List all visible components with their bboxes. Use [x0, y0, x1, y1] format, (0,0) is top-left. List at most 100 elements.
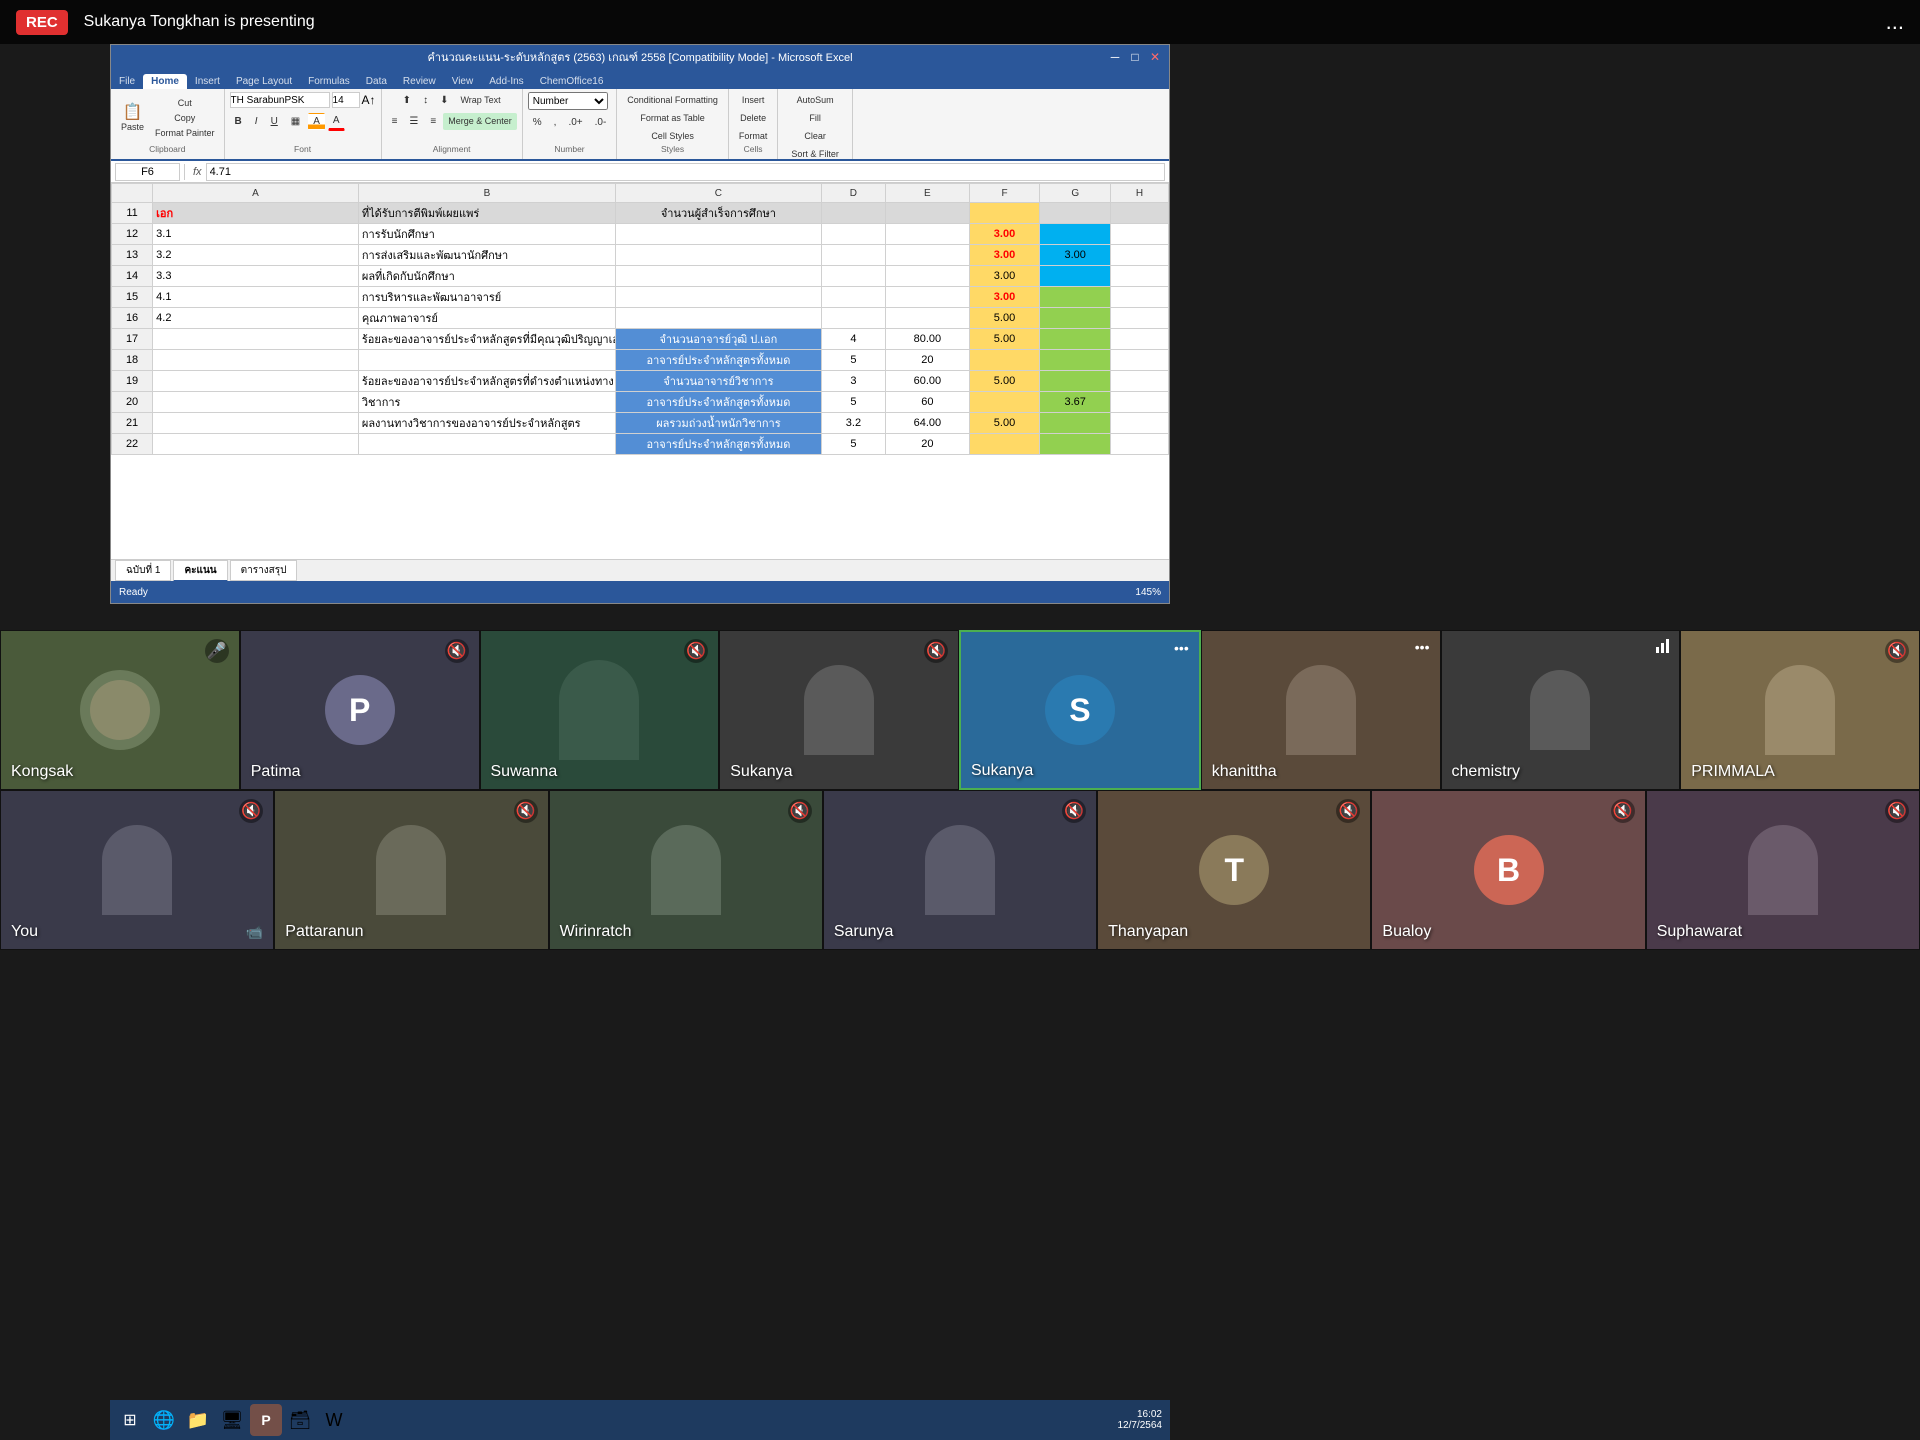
cell-E16[interactable]	[886, 308, 970, 329]
cell-F14[interactable]: 3.00	[969, 266, 1040, 287]
cell-F20[interactable]	[969, 392, 1040, 413]
font-size-input[interactable]	[332, 92, 360, 108]
delete-button[interactable]: Delete	[735, 110, 771, 126]
sort-filter-button[interactable]: Sort & Filter	[786, 146, 844, 161]
cell-A15[interactable]: 4.1	[153, 287, 359, 308]
cell-D22[interactable]: 5	[821, 434, 885, 455]
cell-C17[interactable]: จำนวนอาจารย์วุฒิ ป.เอก	[616, 329, 822, 350]
cell-G19[interactable]	[1040, 371, 1111, 392]
more-options-khanittha[interactable]: •••	[1415, 639, 1430, 655]
cell-A16[interactable]: 4.2	[153, 308, 359, 329]
word-button[interactable]: W	[318, 1404, 350, 1436]
cell-H18[interactable]	[1111, 350, 1169, 371]
cell-G22[interactable]	[1040, 434, 1111, 455]
cell-D16[interactable]	[821, 308, 885, 329]
formula-input[interactable]	[206, 163, 1165, 181]
minimize-button[interactable]: ─	[1105, 47, 1125, 67]
font-name-input[interactable]	[230, 92, 330, 108]
cell-E20[interactable]: 60	[886, 392, 970, 413]
screen-button[interactable]: 🖥	[216, 1404, 248, 1436]
cell-D21[interactable]: 3.2	[821, 413, 885, 434]
cell-B12[interactable]: การรับนักศึกษา	[358, 224, 615, 245]
cell-G13[interactable]: 3.00	[1040, 245, 1111, 266]
format-as-table-button[interactable]: Format as Table	[635, 110, 709, 126]
increase-font-button[interactable]: A↑	[362, 93, 376, 107]
cell-E22[interactable]: 20	[886, 434, 970, 455]
cell-H14[interactable]	[1111, 266, 1169, 287]
cell-A13[interactable]: 3.2	[153, 245, 359, 266]
cell-C16[interactable]	[616, 308, 822, 329]
border-button[interactable]: ▦	[286, 113, 305, 130]
comma-button[interactable]: ,	[549, 114, 562, 131]
tab-review[interactable]: Review	[395, 74, 444, 89]
cell-G15[interactable]	[1040, 287, 1111, 308]
file-explorer-button[interactable]: 📁	[182, 1404, 214, 1436]
cell-F17[interactable]: 5.00	[969, 329, 1040, 350]
align-middle-button[interactable]: ↕	[418, 92, 433, 109]
more-options-button[interactable]: ...	[1886, 9, 1904, 35]
cell-C14[interactable]	[616, 266, 822, 287]
font-color-button[interactable]: A	[328, 112, 345, 131]
cell-E13[interactable]	[886, 245, 970, 266]
cell-A12[interactable]: 3.1	[153, 224, 359, 245]
more-options-sukanya[interactable]: •••	[1174, 640, 1189, 656]
decrease-decimal-button[interactable]: .0-	[590, 114, 612, 131]
cell-D14[interactable]	[821, 266, 885, 287]
close-button[interactable]: ✕	[1145, 47, 1165, 67]
sheet-tab-3[interactable]: ตารางสรุป	[230, 560, 298, 581]
cell-A22[interactable]	[153, 434, 359, 455]
cell-A14[interactable]: 3.3	[153, 266, 359, 287]
cell-B11[interactable]: ที่ได้รับการตีพิมพ์เผยแพร่	[358, 203, 615, 224]
cell-B13[interactable]: การส่งเสริมและพัฒนานักศึกษา	[358, 245, 615, 266]
cell-F22[interactable]	[969, 434, 1040, 455]
align-center-button[interactable]: ☰	[404, 113, 423, 130]
clear-button[interactable]: Clear	[799, 128, 831, 144]
cell-B14[interactable]: ผลที่เกิดกับนักศึกษา	[358, 266, 615, 287]
cell-B21[interactable]: ผลงานทางวิชาการของอาจารย์ประจำหลักสูตร	[358, 413, 615, 434]
cell-H16[interactable]	[1111, 308, 1169, 329]
cell-C19[interactable]: จำนวนอาจารย์วิชาการ	[616, 371, 822, 392]
tab-data[interactable]: Data	[358, 74, 395, 89]
cell-G17[interactable]	[1040, 329, 1111, 350]
tab-page-layout[interactable]: Page Layout	[228, 74, 300, 89]
cell-H22[interactable]	[1111, 434, 1169, 455]
percent-button[interactable]: %	[528, 114, 547, 131]
cell-F16[interactable]: 5.00	[969, 308, 1040, 329]
format-painter-button[interactable]: Format Painter	[151, 126, 219, 140]
cell-G18[interactable]	[1040, 350, 1111, 371]
col-header-G[interactable]: G	[1040, 184, 1111, 203]
cell-C12[interactable]	[616, 224, 822, 245]
col-header-C[interactable]: C	[616, 184, 822, 203]
powerpoint-button[interactable]: P	[250, 1404, 282, 1436]
cell-D11[interactable]	[821, 203, 885, 224]
format-button[interactable]: Format	[734, 128, 773, 144]
cell-F13[interactable]: 3.00	[969, 245, 1040, 266]
cell-G12[interactable]	[1040, 224, 1111, 245]
windows-start-button[interactable]: ⊞	[114, 1404, 146, 1436]
cell-B16[interactable]: คุณภาพอาจารย์	[358, 308, 615, 329]
wrap-text-button[interactable]: Wrap Text	[455, 92, 505, 109]
cell-D15[interactable]	[821, 287, 885, 308]
cell-D18[interactable]: 5	[821, 350, 885, 371]
cell-name-box[interactable]	[115, 163, 180, 181]
browser-button[interactable]: 🌐	[148, 1404, 180, 1436]
cell-G16[interactable]	[1040, 308, 1111, 329]
cell-C15[interactable]	[616, 287, 822, 308]
cell-D17[interactable]: 4	[821, 329, 885, 350]
cell-E11[interactable]	[886, 203, 970, 224]
cell-C21[interactable]: ผลรวมถ่วงน้ำหนักวิชาการ	[616, 413, 822, 434]
col-header-E[interactable]: E	[886, 184, 970, 203]
cell-H11[interactable]	[1111, 203, 1169, 224]
cell-E21[interactable]: 64.00	[886, 413, 970, 434]
tab-insert[interactable]: Insert	[187, 74, 228, 89]
col-header-B[interactable]: B	[358, 184, 615, 203]
cell-H21[interactable]	[1111, 413, 1169, 434]
cell-B20[interactable]: วิชาการ	[358, 392, 615, 413]
cell-A19[interactable]	[153, 371, 359, 392]
cell-styles-button[interactable]: Cell Styles	[646, 128, 699, 144]
align-bottom-button[interactable]: ⬇	[435, 92, 453, 109]
autosum-button[interactable]: AutoSum	[792, 92, 839, 108]
number-format-select[interactable]: Number	[528, 92, 608, 110]
cell-C22[interactable]: อาจารย์ประจำหลักสูตรทั้งหมด	[616, 434, 822, 455]
excel-taskbar-button[interactable]: 🗃	[284, 1404, 316, 1436]
